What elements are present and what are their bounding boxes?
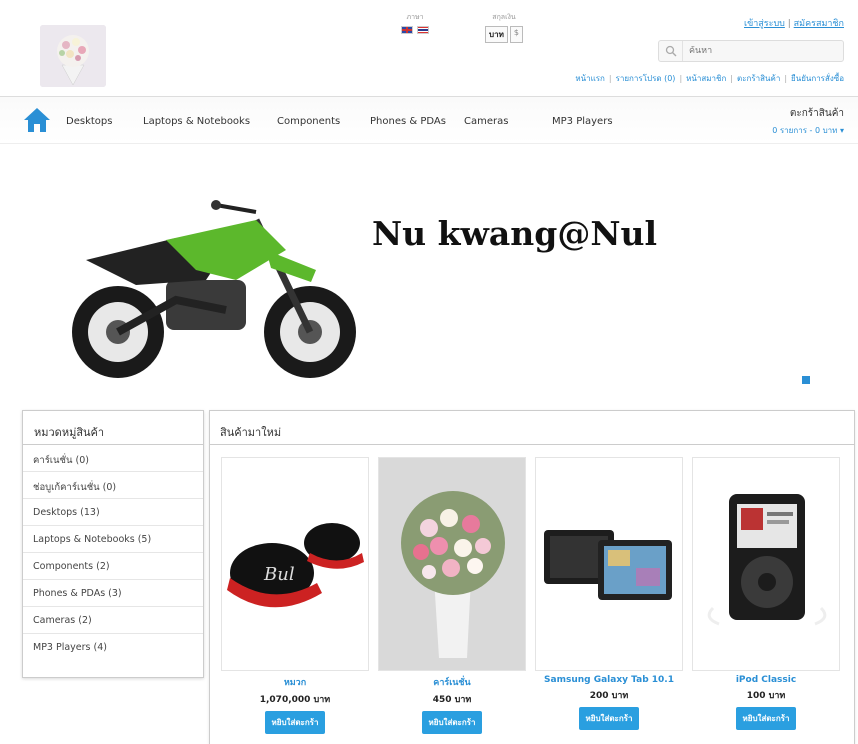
category-item[interactable]: Phones & PDAs (3) <box>23 580 203 607</box>
menu-item-laptops[interactable]: Laptops & Notebooks <box>143 116 250 127</box>
add-to-cart-button[interactable]: หยิบใส่ตะกร้า <box>421 711 483 734</box>
search-icon <box>665 45 676 57</box>
product-price: 100 บาท <box>746 691 786 701</box>
category-item[interactable]: MP3 Players (4) <box>23 634 203 661</box>
svg-text:Bul: Bul <box>263 564 295 585</box>
cart-title: ตะกร้าสินค้า <box>789 108 844 119</box>
top-links: หน้าแรก | รายการโปรด (0) | หน้าสมาชิก | ตะกร้า… <box>575 72 844 85</box>
store-logo[interactable] <box>40 25 106 87</box>
product-name[interactable]: iPod Classic <box>692 675 840 685</box>
menu-item-cameras[interactable]: Cameras <box>464 116 508 127</box>
register-link[interactable]: สมัครสมาชิก <box>794 19 844 29</box>
top-link-cart[interactable]: ตะกร้าสินค้า <box>737 74 780 83</box>
search-box <box>658 40 844 62</box>
sidebar-title: หมวดหมู่สินค้า <box>23 411 203 445</box>
motorcycle-image <box>72 200 356 378</box>
link-separator: | <box>679 74 683 83</box>
add-to-cart-button[interactable]: หยิบใส่ตะกร้า <box>735 707 797 730</box>
menu-item-phones[interactable]: Phones & PDAs <box>370 116 446 127</box>
product-image[interactable]: Bul <box>221 457 369 671</box>
language-label: ภาษา <box>406 13 424 21</box>
category-item[interactable]: คาร์เนชั่น (0) <box>23 445 203 472</box>
add-to-cart-button[interactable]: หยิบใส่ตะกร้า <box>264 711 326 734</box>
cart-total[interactable]: 0 รายการ - 0 บาท ▾ <box>772 124 844 137</box>
product-price: 200 บาท <box>589 691 629 701</box>
category-sidebar: หมวดหมู่สินค้า คาร์เนชั่น (0) ช่อบูเก้คา… <box>22 410 204 678</box>
account-separator: | <box>787 19 791 29</box>
category-item[interactable]: ช่อบูเก้คาร์เนชั่น (0) <box>23 472 203 499</box>
link-separator: | <box>608 74 612 83</box>
menu-item-mp3[interactable]: MP3 Players <box>552 116 613 127</box>
top-link-account[interactable]: หน้าสมาชิก <box>686 74 726 83</box>
cart-summary[interactable]: ตะกร้าสินค้า 0 รายการ - 0 บาท ▾ <box>772 106 844 137</box>
latest-products: สินค้ามาใหม่ Bul หมวก 1,070,000 บาท หยิบ… <box>209 410 855 744</box>
main-menu: Desktops Laptops & Notebooks Components … <box>0 96 858 144</box>
product-image[interactable] <box>692 457 840 671</box>
category-item[interactable]: Cameras (2) <box>23 607 203 634</box>
category-item[interactable]: Components (2) <box>23 553 203 580</box>
menu-item-desktops[interactable]: Desktops <box>66 116 112 127</box>
product-card: คาร์เนชั่น 450 บาท หยิบใส่ตะกร้า <box>378 457 526 734</box>
currency-selector: สกุลเงิน บาท $ <box>474 12 534 43</box>
category-item[interactable]: Desktops (13) <box>23 499 203 526</box>
link-separator: | <box>730 74 733 83</box>
thai-flag-icon[interactable] <box>417 26 429 34</box>
banner-slideshow[interactable]: Nu kwang@Nul <box>0 150 858 395</box>
product-price: 450 บาท <box>432 695 472 705</box>
menu-item-components[interactable]: Components <box>277 116 340 127</box>
language-selector: ภาษา <box>390 12 440 34</box>
product-image[interactable] <box>378 457 526 671</box>
currency-label: สกุลเงิน <box>492 13 516 21</box>
product-name[interactable]: คาร์เนชั่น <box>378 675 526 689</box>
products-title: สินค้ามาใหม่ <box>210 411 854 445</box>
top-link-checkout[interactable]: ยืนยันการสั่งซื้อ <box>791 74 844 83</box>
top-link-home[interactable]: หน้าแรก <box>575 74 605 83</box>
product-name[interactable]: Samsung Galaxy Tab 10.1 <box>535 675 683 685</box>
category-item[interactable]: Laptops & Notebooks (5) <box>23 526 203 553</box>
currency-baht-button[interactable]: บาท <box>485 26 508 43</box>
product-card: Bul หมวก 1,070,000 บาท หยิบใส่ตะกร้า <box>221 457 369 734</box>
uk-flag-icon[interactable] <box>401 26 413 34</box>
product-name[interactable]: หมวก <box>221 675 369 689</box>
product-card: Samsung Galaxy Tab 10.1 200 บาท หยิบใส่ต… <box>535 457 683 730</box>
product-card: iPod Classic 100 บาท หยิบใส่ตะกร้า <box>692 457 840 730</box>
product-image[interactable] <box>535 457 683 671</box>
link-separator: | <box>784 74 788 83</box>
login-link[interactable]: เข้าสู่ระบบ <box>744 19 785 29</box>
slide-indicator[interactable] <box>802 376 810 384</box>
product-price: 1,070,000 บาท <box>259 695 331 705</box>
search-input[interactable] <box>683 46 833 56</box>
home-icon[interactable] <box>22 106 52 134</box>
banner-title: Nu kwang@Nul <box>372 214 658 253</box>
search-button[interactable] <box>659 41 683 61</box>
currency-dollar-button[interactable]: $ <box>509 26 523 43</box>
top-link-wishlist[interactable]: รายการโปรด (0) <box>616 74 676 83</box>
add-to-cart-button[interactable]: หยิบใส่ตะกร้า <box>578 707 640 730</box>
account-links: เข้าสู่ระบบ | สมัครสมาชิก <box>744 16 844 30</box>
